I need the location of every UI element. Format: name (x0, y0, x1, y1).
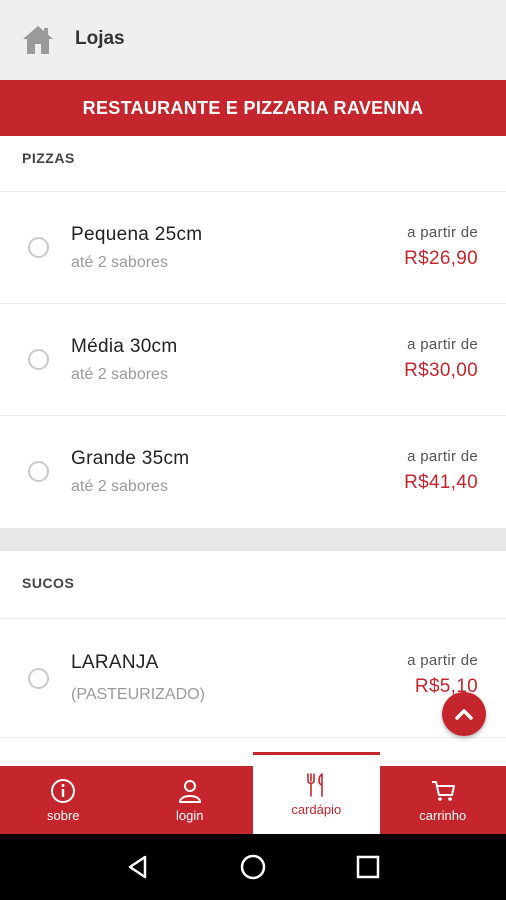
menu-item[interactable]: Média 30cm até 2 sabores a partir de R$3… (0, 304, 506, 416)
item-name: Média 30cm (71, 336, 178, 357)
price-prefix: a partir de (407, 448, 478, 465)
home-circle-icon[interactable] (238, 852, 268, 882)
store-name-banner: RESTAURANTE E PIZZARIA RAVENNA (0, 80, 506, 136)
item-price: R$30,00 (404, 360, 478, 381)
item-name: Grande 35cm (71, 448, 190, 469)
item-subtitle: até 2 sabores (71, 254, 168, 271)
menu-item[interactable]: Grande 35cm até 2 sabores a partir de R$… (0, 416, 506, 529)
page-title: Lojas (75, 28, 125, 49)
bottom-navigation: sobre login cardápio carrinho (0, 752, 506, 834)
section-title: SUCOS (22, 575, 75, 591)
nav-login[interactable]: login (127, 766, 254, 834)
section-header-sucos: SUCOS (0, 551, 506, 619)
section-title: PIZZAS (22, 150, 75, 166)
price-prefix: a partir de (407, 336, 478, 353)
radio-button[interactable] (28, 349, 49, 370)
home-icon[interactable] (20, 22, 56, 58)
item-name: LARANJA (71, 652, 159, 673)
cart-icon (431, 780, 455, 801)
item-subtitle: até 2 sabores (71, 478, 168, 495)
chevron-up-icon (455, 709, 473, 720)
back-icon[interactable] (123, 852, 153, 882)
nav-label: sobre (46, 807, 80, 823)
item-subtitle: até 2 sabores (71, 366, 168, 383)
price-prefix: a partir de (407, 224, 478, 241)
section-divider (0, 529, 506, 551)
info-icon (51, 778, 76, 803)
nav-label: cardápio (291, 802, 342, 817)
menu-item[interactable]: Pequena 25cm até 2 sabores a partir de R… (0, 192, 506, 304)
nav-sobre[interactable]: sobre (0, 766, 127, 834)
item-price: R$26,90 (404, 248, 478, 269)
nav-label: carrinho (419, 807, 467, 823)
item-price: R$41,40 (404, 472, 478, 493)
price-prefix: a partir de (407, 652, 478, 669)
nav-carrinho[interactable]: carrinho (380, 766, 506, 834)
nav-label: login (176, 807, 204, 823)
radio-button[interactable] (28, 668, 49, 689)
utensils-icon (307, 773, 324, 797)
top-app-bar: Lojas (0, 0, 506, 80)
user-icon (178, 779, 201, 803)
recents-icon[interactable] (353, 852, 383, 882)
radio-button[interactable] (28, 237, 49, 258)
scroll-to-top-button[interactable] (442, 692, 486, 736)
item-name: Pequena 25cm (71, 224, 203, 245)
menu-item[interactable]: LARANJA (PASTEURIZADO) a partir de R$5,1… (0, 620, 506, 738)
system-navigation-bar (0, 834, 506, 900)
nav-cardapio[interactable]: cardápio (253, 752, 380, 834)
item-subtitle: (PASTEURIZADO) (71, 686, 205, 703)
radio-button[interactable] (28, 461, 49, 482)
section-header-pizzas: PIZZAS (0, 136, 506, 192)
store-name: RESTAURANTE E PIZZARIA RAVENNA (82, 97, 424, 118)
